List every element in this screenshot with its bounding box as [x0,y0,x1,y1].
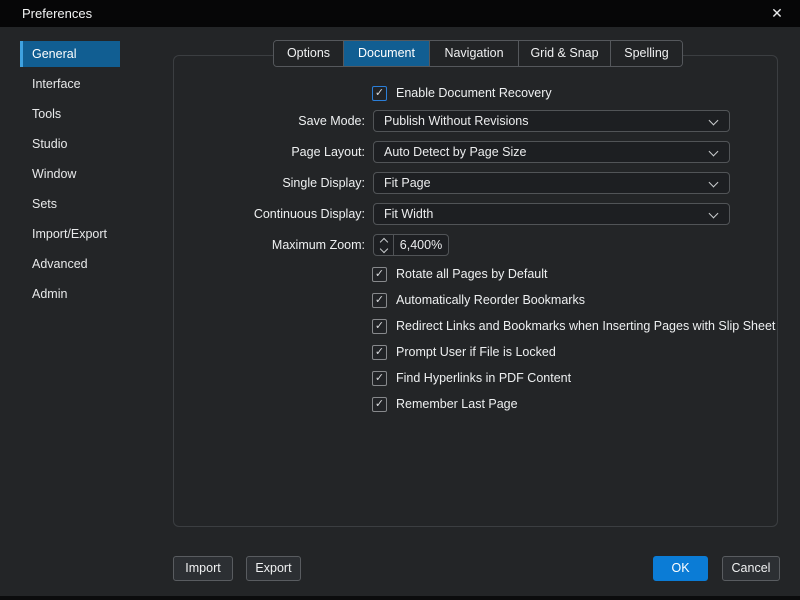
cancel-button[interactable]: Cancel [722,556,780,581]
sidebar-item-import-export[interactable]: Import/Export [20,221,120,247]
tab-navigation[interactable]: Navigation [430,41,519,66]
check-icon: ✓ [375,88,384,99]
prompt-locked-checkbox[interactable]: ✓ [372,345,387,360]
import-button[interactable]: Import [173,556,233,581]
check-icon: ✓ [375,399,384,410]
remember-last-page-label: Remember Last Page [396,397,518,412]
chevron-down-icon [709,116,719,126]
single-display-label: Single Display: [175,172,365,194]
check-icon: ✓ [375,269,384,280]
tab-spelling[interactable]: Spelling [611,41,682,66]
single-display-select[interactable]: Fit Page [373,172,730,194]
save-mode-select[interactable]: Publish Without Revisions [373,110,730,132]
sidebar-item-general[interactable]: General [20,41,120,67]
page-layout-select[interactable]: Auto Detect by Page Size [373,141,730,163]
prompt-locked-label: Prompt User if File is Locked [396,345,556,360]
sidebar-item-sets[interactable]: Sets [20,191,120,217]
maximum-zoom-label: Maximum Zoom: [175,234,365,256]
export-button[interactable]: Export [246,556,301,581]
sidebar-item-interface[interactable]: Interface [20,71,120,97]
tab-grid-snap[interactable]: Grid & Snap [519,41,611,66]
sidebar-item-studio[interactable]: Studio [20,131,120,157]
maximum-zoom-value: 6,400% [394,235,448,255]
page-layout-value: Auto Detect by Page Size [384,145,526,159]
close-icon[interactable]: ✕ [764,0,790,27]
maximum-zoom-stepper[interactable]: 6,400% [373,234,449,256]
sidebar-item-advanced[interactable]: Advanced [20,251,120,277]
save-mode-label: Save Mode: [175,110,365,132]
redirect-links-checkbox[interactable]: ✓ [372,319,387,334]
chevron-down-icon [709,147,719,157]
reorder-bookmarks-checkbox[interactable]: ✓ [372,293,387,308]
remember-last-page-checkbox[interactable]: ✓ [372,397,387,412]
enable-document-recovery-checkbox[interactable]: ✓ [372,86,387,101]
single-display-value: Fit Page [384,176,431,190]
check-icon: ✓ [375,295,384,306]
continuous-display-select[interactable]: Fit Width [373,203,730,225]
tab-document[interactable]: Document [344,41,430,66]
window-bottom-edge [0,596,800,600]
chevron-down-icon [709,209,719,219]
tab-bar: Options Document Navigation Grid & Snap … [273,40,683,67]
continuous-display-value: Fit Width [384,207,433,221]
ok-button[interactable]: OK [653,556,708,581]
titlebar: Preferences ✕ [0,0,800,27]
sidebar-item-admin[interactable]: Admin [20,281,120,307]
chevron-down-icon [709,178,719,188]
sidebar-item-tools[interactable]: Tools [20,101,120,127]
check-icon: ✓ [375,373,384,384]
rotate-all-pages-checkbox[interactable]: ✓ [372,267,387,282]
rotate-all-pages-label: Rotate all Pages by Default [396,267,547,282]
spin-down-button[interactable] [374,245,393,255]
check-icon: ✓ [375,321,384,332]
find-hyperlinks-label: Find Hyperlinks in PDF Content [396,371,571,386]
sidebar-item-window[interactable]: Window [20,161,120,187]
save-mode-value: Publish Without Revisions [384,114,529,128]
continuous-display-label: Continuous Display: [175,203,365,225]
stepper-buttons [374,235,394,255]
check-icon: ✓ [375,347,384,358]
tab-options[interactable]: Options [274,41,344,66]
window-title: Preferences [22,6,92,21]
page-layout-label: Page Layout: [175,141,365,163]
chevron-down-icon [379,244,387,252]
reorder-bookmarks-label: Automatically Reorder Bookmarks [396,293,585,308]
enable-document-recovery-label: Enable Document Recovery [396,86,552,101]
redirect-links-label: Redirect Links and Bookmarks when Insert… [396,319,775,334]
find-hyperlinks-checkbox[interactable]: ✓ [372,371,387,386]
